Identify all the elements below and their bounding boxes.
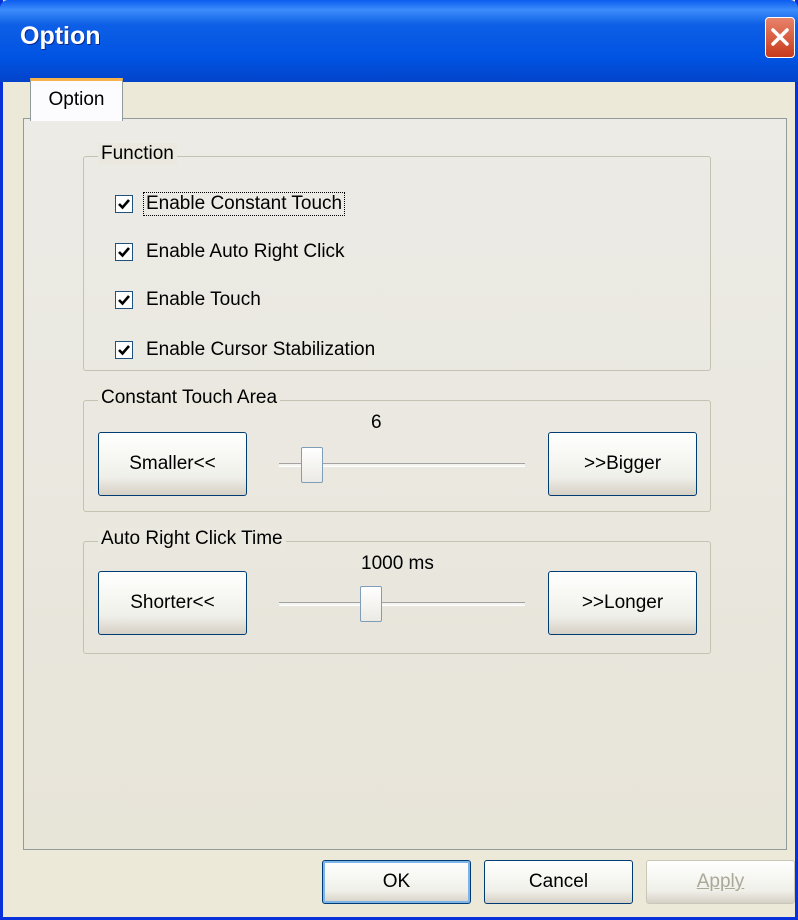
apply-button-label: Apply (696, 871, 745, 892)
shorter-button[interactable]: Shorter<< (98, 571, 247, 635)
longer-button-label: >>Longer (581, 592, 664, 613)
checkbox-enable-auto-right-click[interactable]: Enable Auto Right Click (115, 237, 347, 267)
checkbox-label[interactable]: Enable Touch (144, 289, 263, 311)
ok-button[interactable]: OK (322, 860, 471, 904)
checkbox-box[interactable] (115, 243, 133, 261)
apply-button: Apply (646, 860, 795, 904)
checkbox-enable-cursor-stabilization[interactable]: Enable Cursor Stabilization (115, 335, 377, 365)
cancel-button-label: Cancel (528, 871, 589, 892)
tab-option[interactable]: Option (30, 78, 123, 121)
smaller-button[interactable]: Smaller<< (98, 432, 247, 496)
right-click-time-slider-thumb[interactable] (359, 586, 382, 622)
checkbox-label[interactable]: Enable Cursor Stabilization (144, 339, 377, 361)
checkbox-enable-touch[interactable]: Enable Touch (115, 285, 263, 315)
checkmark-icon (118, 199, 130, 210)
checkmark-icon (118, 295, 130, 306)
checkbox-label[interactable]: Enable Auto Right Click (144, 241, 347, 263)
smaller-button-label: Smaller<< (129, 453, 216, 474)
checkbox-box[interactable] (115, 291, 133, 309)
constant-touch-area-label: Constant Touch Area (98, 387, 281, 409)
ok-button-label: OK (382, 871, 411, 892)
cancel-button[interactable]: Cancel (484, 860, 633, 904)
checkbox-box[interactable] (115, 195, 133, 213)
auto-right-click-time-label: Auto Right Click Time (98, 528, 286, 550)
checkmark-icon (118, 247, 130, 258)
bigger-button[interactable]: >>Bigger (548, 432, 697, 496)
close-button[interactable] (765, 17, 795, 58)
touch-area-slider-thumb[interactable] (301, 447, 324, 483)
title-bar[interactable]: Option (0, 0, 798, 82)
right-click-time-slider-track[interactable] (279, 602, 525, 606)
checkmark-icon (118, 345, 130, 356)
option-dialog: Option Option Function Enable Constant T… (0, 0, 798, 920)
checkbox-enable-constant-touch[interactable]: Enable Constant Touch (115, 189, 346, 219)
checkbox-box[interactable] (115, 341, 133, 359)
window-title: Option (20, 22, 101, 50)
close-icon (771, 28, 789, 46)
right-click-time-value: 1000 ms (361, 553, 434, 574)
touch-area-value: 6 (371, 412, 382, 433)
shorter-button-label: Shorter<< (130, 592, 215, 613)
checkbox-label[interactable]: Enable Constant Touch (142, 192, 346, 216)
bigger-button-label: >>Bigger (583, 453, 662, 474)
function-group-label: Function (98, 143, 177, 165)
longer-button[interactable]: >>Longer (548, 571, 697, 635)
